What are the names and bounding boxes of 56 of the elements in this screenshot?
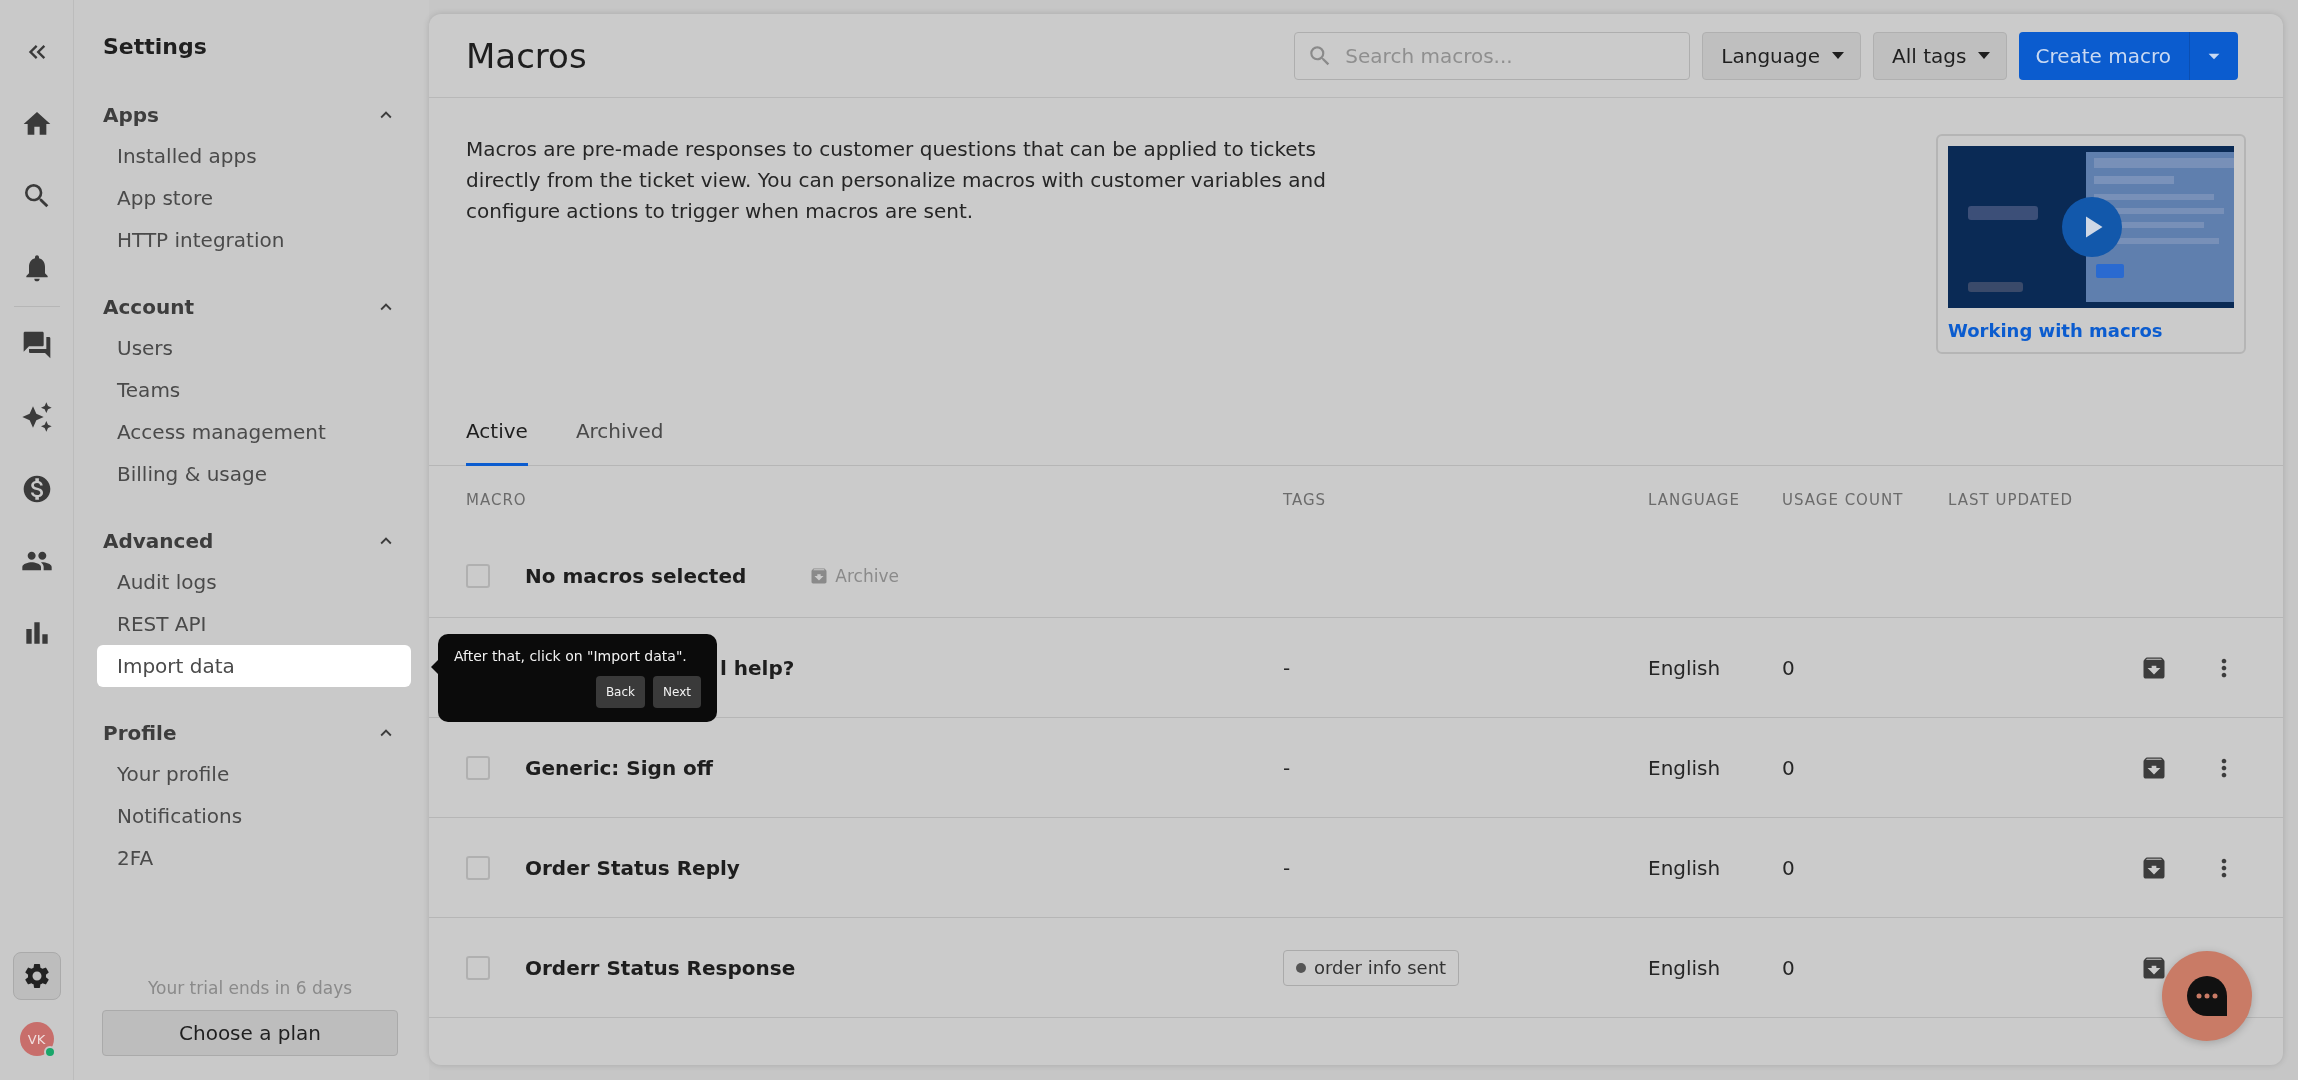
table-cell-text: 0 [1782,755,1796,780]
sidebar-item[interactable]: Installed apps [97,135,411,177]
choose-plan-button[interactable]: Choose a plan [102,1010,398,1056]
macro-name[interactable]: l help? [720,655,795,680]
table-cell-text: 0 [1782,955,1796,980]
sidebar-item[interactable]: App store [97,177,411,219]
table-cell-text: 0 [1782,855,1796,880]
search-input[interactable]: Search macros... [1343,32,1678,79]
tour-button[interactable]: Next [653,676,701,708]
trial-notice: Your trial ends in 6 days [146,978,354,998]
column-header: LANGUAGE [1648,491,1741,509]
sidebar-item[interactable]: Notifications [97,795,411,837]
column-header: TAGS [1283,491,1328,509]
section-title: Profile [103,721,177,745]
section-title: Apps [103,103,159,127]
sidebar-item[interactable]: Audit logs [97,561,411,603]
table-cell-text: English [1648,655,1722,680]
filter-dropdown[interactable]: All tags [1873,31,2008,80]
section-title: Advanced [103,529,214,553]
user-avatar[interactable]: VK [19,1022,54,1056]
sidebar-item[interactable]: 2FA [97,837,411,879]
video-card[interactable]: Working with macros [1936,134,2246,354]
column-header: LAST UPDATED [1948,491,2074,509]
table-cell: - [1283,755,1291,780]
selection-label: No macros selected [525,563,747,588]
tab[interactable]: Archived [575,412,664,466]
page-title: Macros [466,35,588,76]
column-header: USAGE COUNT [1782,491,1905,509]
column-header: MACRO [466,491,528,509]
sidebar-item[interactable]: Teams [97,369,411,411]
sidebar-item[interactable]: Access management [97,411,411,453]
sidebar-title: Settings [103,34,208,59]
section-title: Account [103,295,194,319]
table-cell-text: English [1648,955,1722,980]
macro-name[interactable]: Order Status Reply [525,855,740,880]
description-text: Macros are pre-made responses to customer questions that can be applied to tickets directly from the ticket view. You can personalize macros with customer variables and configure actions to trigger when macros are sent. [466,136,1326,225]
search-field[interactable]: Search macros... [1294,31,1691,80]
video-link[interactable]: Working with macros [1948,320,2234,341]
tab[interactable]: Active [466,412,528,466]
sidebar-item[interactable]: Users [97,327,411,369]
macro-name[interactable]: Orderr Status Response [525,955,796,980]
tooltip-text: After that, click on "Import data". [454,648,688,664]
sidebar-item[interactable]: Your profile [97,753,411,795]
macro-name[interactable]: Generic: Sign off [525,755,714,780]
sidebar-item[interactable]: HTTP integration [97,219,411,261]
sidebar-item[interactable]: REST API [97,603,411,645]
tag-chip[interactable]: order info sent [1283,949,1460,986]
table-cell-text: English [1648,855,1722,880]
table-cell-text: English [1648,755,1722,780]
sidebar-item[interactable]: Billing & usage [97,453,411,495]
filter-dropdown[interactable]: Language [1702,31,1862,80]
table-cell: - [1283,855,1291,880]
table-cell: - [1283,655,1291,680]
table-cell-text: 0 [1782,655,1796,680]
sidebar-item[interactable]: Import data [97,645,411,687]
tour-button[interactable]: Back [595,676,646,708]
